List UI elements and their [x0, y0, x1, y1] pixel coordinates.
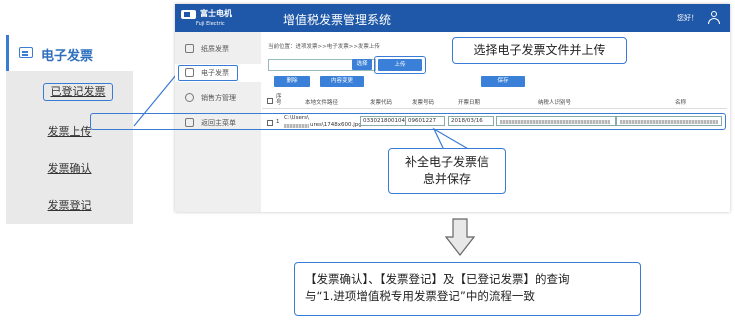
footer-note-line2: 与“1.进项增值税专用发票登记”中的流程一致 — [305, 289, 535, 303]
footer-note-line1: 【发票确认】、【发票登记】及【已登记发票】的查询 — [305, 272, 570, 286]
callout-fill-info: 补全电子发票信 息并保存 — [388, 148, 506, 194]
footer-note: 【发票确认】、【发票登记】及【已登记发票】的查询 与“1.进项增值税专用发票登记… — [294, 262, 641, 316]
down-arrow-icon — [445, 218, 475, 256]
callout-fill-info-line1: 补全电子发票信 — [404, 155, 489, 169]
callout-fill-info-line2: 息并保存 — [422, 172, 471, 186]
